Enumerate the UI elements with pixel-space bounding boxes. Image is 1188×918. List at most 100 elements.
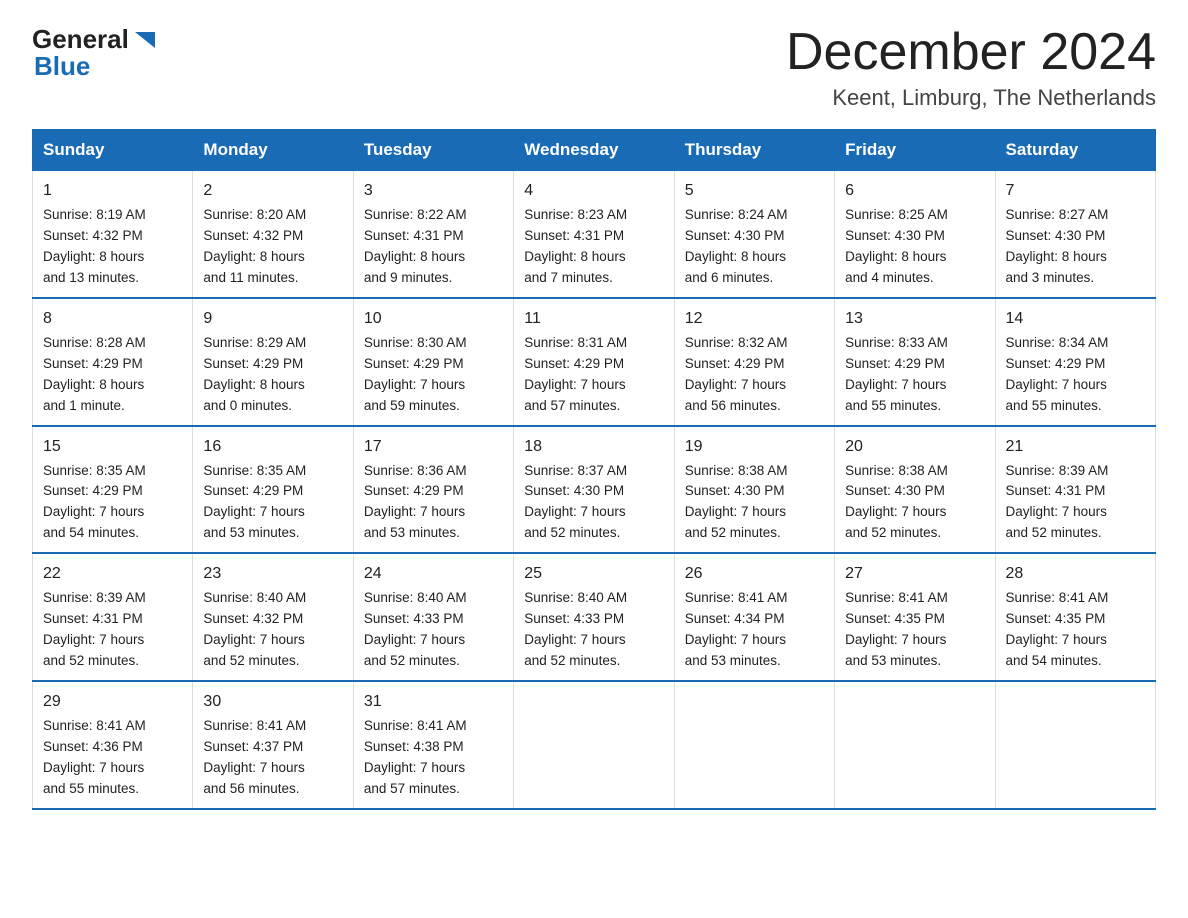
calendar-cell: 5Sunrise: 8:24 AMSunset: 4:30 PMDaylight… — [674, 171, 834, 298]
calendar-cell: 3Sunrise: 8:22 AMSunset: 4:31 PMDaylight… — [353, 171, 513, 298]
day-info: Sunrise: 8:29 AMSunset: 4:29 PMDaylight:… — [203, 333, 342, 417]
calendar-cell: 1Sunrise: 8:19 AMSunset: 4:32 PMDaylight… — [33, 171, 193, 298]
calendar-cell: 10Sunrise: 8:30 AMSunset: 4:29 PMDayligh… — [353, 298, 513, 426]
day-number: 16 — [203, 435, 342, 459]
day-info: Sunrise: 8:41 AMSunset: 4:36 PMDaylight:… — [43, 716, 182, 800]
day-number: 10 — [364, 307, 503, 331]
day-info: Sunrise: 8:33 AMSunset: 4:29 PMDaylight:… — [845, 333, 984, 417]
logo-triangle-icon — [131, 26, 159, 54]
calendar-cell: 4Sunrise: 8:23 AMSunset: 4:31 PMDaylight… — [514, 171, 674, 298]
day-info: Sunrise: 8:41 AMSunset: 4:38 PMDaylight:… — [364, 716, 503, 800]
calendar-cell: 8Sunrise: 8:28 AMSunset: 4:29 PMDaylight… — [33, 298, 193, 426]
day-number: 25 — [524, 562, 663, 586]
day-info: Sunrise: 8:24 AMSunset: 4:30 PMDaylight:… — [685, 205, 824, 289]
calendar-cell: 22Sunrise: 8:39 AMSunset: 4:31 PMDayligh… — [33, 553, 193, 681]
day-info: Sunrise: 8:37 AMSunset: 4:30 PMDaylight:… — [524, 461, 663, 545]
calendar-cell — [995, 681, 1155, 809]
day-info: Sunrise: 8:40 AMSunset: 4:33 PMDaylight:… — [364, 588, 503, 672]
calendar-cell: 23Sunrise: 8:40 AMSunset: 4:32 PMDayligh… — [193, 553, 353, 681]
day-info: Sunrise: 8:23 AMSunset: 4:31 PMDaylight:… — [524, 205, 663, 289]
calendar-cell: 27Sunrise: 8:41 AMSunset: 4:35 PMDayligh… — [835, 553, 995, 681]
day-number: 24 — [364, 562, 503, 586]
calendar-cell: 16Sunrise: 8:35 AMSunset: 4:29 PMDayligh… — [193, 426, 353, 554]
day-info: Sunrise: 8:35 AMSunset: 4:29 PMDaylight:… — [43, 461, 182, 545]
logo: General Blue — [32, 24, 159, 82]
day-number: 11 — [524, 307, 663, 331]
day-info: Sunrise: 8:35 AMSunset: 4:29 PMDaylight:… — [203, 461, 342, 545]
day-number: 3 — [364, 179, 503, 203]
logo-text-blue: Blue — [34, 51, 90, 82]
day-info: Sunrise: 8:20 AMSunset: 4:32 PMDaylight:… — [203, 205, 342, 289]
day-number: 17 — [364, 435, 503, 459]
calendar-cell: 17Sunrise: 8:36 AMSunset: 4:29 PMDayligh… — [353, 426, 513, 554]
day-number: 15 — [43, 435, 182, 459]
calendar-cell: 25Sunrise: 8:40 AMSunset: 4:33 PMDayligh… — [514, 553, 674, 681]
day-info: Sunrise: 8:22 AMSunset: 4:31 PMDaylight:… — [364, 205, 503, 289]
day-number: 31 — [364, 690, 503, 714]
day-info: Sunrise: 8:27 AMSunset: 4:30 PMDaylight:… — [1006, 205, 1145, 289]
calendar-week-row: 22Sunrise: 8:39 AMSunset: 4:31 PMDayligh… — [33, 553, 1156, 681]
day-number: 9 — [203, 307, 342, 331]
day-info: Sunrise: 8:41 AMSunset: 4:35 PMDaylight:… — [1006, 588, 1145, 672]
day-info: Sunrise: 8:41 AMSunset: 4:35 PMDaylight:… — [845, 588, 984, 672]
day-number: 14 — [1006, 307, 1145, 331]
header-cell-monday: Monday — [193, 130, 353, 171]
header-cell-wednesday: Wednesday — [514, 130, 674, 171]
calendar-header-row: SundayMondayTuesdayWednesdayThursdayFrid… — [33, 130, 1156, 171]
day-number: 4 — [524, 179, 663, 203]
month-title: December 2024 — [786, 24, 1156, 81]
calendar-cell — [514, 681, 674, 809]
page-header: General Blue December 2024 Keent, Limbur… — [32, 24, 1156, 111]
day-info: Sunrise: 8:19 AMSunset: 4:32 PMDaylight:… — [43, 205, 182, 289]
day-info: Sunrise: 8:31 AMSunset: 4:29 PMDaylight:… — [524, 333, 663, 417]
day-number: 2 — [203, 179, 342, 203]
day-info: Sunrise: 8:41 AMSunset: 4:37 PMDaylight:… — [203, 716, 342, 800]
day-info: Sunrise: 8:39 AMSunset: 4:31 PMDaylight:… — [43, 588, 182, 672]
calendar-table: SundayMondayTuesdayWednesdayThursdayFrid… — [32, 129, 1156, 809]
day-number: 22 — [43, 562, 182, 586]
calendar-cell — [835, 681, 995, 809]
calendar-week-row: 1Sunrise: 8:19 AMSunset: 4:32 PMDaylight… — [33, 171, 1156, 298]
calendar-cell: 14Sunrise: 8:34 AMSunset: 4:29 PMDayligh… — [995, 298, 1155, 426]
day-number: 13 — [845, 307, 984, 331]
day-info: Sunrise: 8:38 AMSunset: 4:30 PMDaylight:… — [685, 461, 824, 545]
day-number: 28 — [1006, 562, 1145, 586]
day-info: Sunrise: 8:25 AMSunset: 4:30 PMDaylight:… — [845, 205, 984, 289]
day-number: 8 — [43, 307, 182, 331]
day-number: 1 — [43, 179, 182, 203]
calendar-cell: 26Sunrise: 8:41 AMSunset: 4:34 PMDayligh… — [674, 553, 834, 681]
day-number: 21 — [1006, 435, 1145, 459]
day-info: Sunrise: 8:32 AMSunset: 4:29 PMDaylight:… — [685, 333, 824, 417]
calendar-cell: 13Sunrise: 8:33 AMSunset: 4:29 PMDayligh… — [835, 298, 995, 426]
calendar-cell: 11Sunrise: 8:31 AMSunset: 4:29 PMDayligh… — [514, 298, 674, 426]
title-area: December 2024 Keent, Limburg, The Nether… — [786, 24, 1156, 111]
day-info: Sunrise: 8:34 AMSunset: 4:29 PMDaylight:… — [1006, 333, 1145, 417]
day-number: 26 — [685, 562, 824, 586]
day-number: 12 — [685, 307, 824, 331]
calendar-cell: 24Sunrise: 8:40 AMSunset: 4:33 PMDayligh… — [353, 553, 513, 681]
calendar-cell: 2Sunrise: 8:20 AMSunset: 4:32 PMDaylight… — [193, 171, 353, 298]
calendar-week-row: 29Sunrise: 8:41 AMSunset: 4:36 PMDayligh… — [33, 681, 1156, 809]
calendar-cell — [674, 681, 834, 809]
day-number: 20 — [845, 435, 984, 459]
calendar-week-row: 15Sunrise: 8:35 AMSunset: 4:29 PMDayligh… — [33, 426, 1156, 554]
day-info: Sunrise: 8:36 AMSunset: 4:29 PMDaylight:… — [364, 461, 503, 545]
calendar-cell: 9Sunrise: 8:29 AMSunset: 4:29 PMDaylight… — [193, 298, 353, 426]
header-cell-saturday: Saturday — [995, 130, 1155, 171]
location-subtitle: Keent, Limburg, The Netherlands — [786, 85, 1156, 111]
day-number: 6 — [845, 179, 984, 203]
calendar-cell: 18Sunrise: 8:37 AMSunset: 4:30 PMDayligh… — [514, 426, 674, 554]
day-number: 23 — [203, 562, 342, 586]
header-cell-sunday: Sunday — [33, 130, 193, 171]
day-number: 27 — [845, 562, 984, 586]
day-number: 7 — [1006, 179, 1145, 203]
day-info: Sunrise: 8:38 AMSunset: 4:30 PMDaylight:… — [845, 461, 984, 545]
day-info: Sunrise: 8:39 AMSunset: 4:31 PMDaylight:… — [1006, 461, 1145, 545]
day-info: Sunrise: 8:40 AMSunset: 4:32 PMDaylight:… — [203, 588, 342, 672]
calendar-cell: 12Sunrise: 8:32 AMSunset: 4:29 PMDayligh… — [674, 298, 834, 426]
day-info: Sunrise: 8:40 AMSunset: 4:33 PMDaylight:… — [524, 588, 663, 672]
header-cell-friday: Friday — [835, 130, 995, 171]
calendar-cell: 29Sunrise: 8:41 AMSunset: 4:36 PMDayligh… — [33, 681, 193, 809]
calendar-cell: 20Sunrise: 8:38 AMSunset: 4:30 PMDayligh… — [835, 426, 995, 554]
calendar-cell: 6Sunrise: 8:25 AMSunset: 4:30 PMDaylight… — [835, 171, 995, 298]
